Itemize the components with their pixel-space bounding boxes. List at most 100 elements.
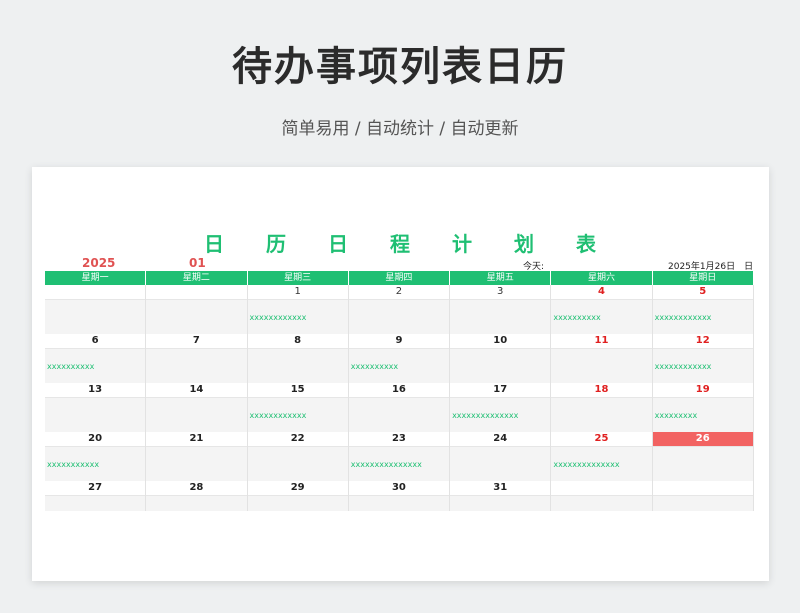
day-task-area[interactable] xyxy=(247,348,348,383)
day-task-area[interactable] xyxy=(45,495,146,511)
day-task-area[interactable]: xxxxxxxxxxxx xyxy=(247,397,348,432)
day-task-area[interactable]: xxxxxxxxxxxxxx xyxy=(450,397,551,432)
calendar-day-cell[interactable]: 22 xyxy=(247,432,349,481)
calendar-day-cell[interactable]: 26 xyxy=(652,432,754,481)
calendar-day-cell[interactable]: 20 xxxxxxxxxxx xyxy=(45,432,147,481)
task-item[interactable]: xxxxxxxxxxxx xyxy=(250,411,307,420)
calendar-day-cell[interactable] xyxy=(45,285,147,334)
task-item[interactable]: xxxxxxxxxxxxxxx xyxy=(351,460,422,469)
calendar-day-cell[interactable]: 5 xxxxxxxxxxxx xyxy=(652,285,754,334)
calendar-day-cell[interactable]: 16 xyxy=(348,383,451,432)
day-task-area[interactable]: xxxxxxxxxxxx xyxy=(247,299,348,334)
calendar-day-cell[interactable]: 23 xxxxxxxxxxxxxxx xyxy=(348,432,451,481)
calendar-day-cell[interactable]: 21 xyxy=(146,432,248,481)
task-item[interactable]: xxxxxxxxxx xyxy=(351,362,398,371)
calendar-day-cell[interactable]: 24 xyxy=(450,432,552,481)
task-item[interactable]: xxxxxxxxxxxx xyxy=(148,509,205,511)
day-task-area[interactable] xyxy=(146,299,247,334)
weekday-header-cell: 星期日 xyxy=(652,271,754,285)
calendar-day-cell[interactable] xyxy=(652,481,754,511)
calendar-title-char: 日 xyxy=(204,232,224,256)
day-task-area[interactable] xyxy=(450,446,551,481)
calendar-title-char: 日 xyxy=(328,232,348,256)
calendar-day-cell[interactable]: 14 xyxy=(146,383,248,432)
calendar-day-cell[interactable]: 7 xyxy=(146,334,248,383)
day-task-area[interactable] xyxy=(146,348,247,383)
year-selector[interactable]: 2025 xyxy=(82,256,115,270)
task-item[interactable]: xxxxxxxxxxxx xyxy=(250,313,307,322)
day-task-area[interactable] xyxy=(348,299,450,334)
day-task-area[interactable] xyxy=(247,446,348,481)
calendar-day-cell[interactable]: 30 xyxy=(348,481,451,511)
calendar-title-char: 表 xyxy=(576,232,596,256)
task-item[interactable]: xxxxxxxxxx xyxy=(553,313,600,322)
calendar-day-cell[interactable] xyxy=(551,481,653,511)
calendar-day-cell[interactable]: 13 xyxy=(45,383,147,432)
calendar-title-char: 程 xyxy=(390,232,410,256)
day-task-area[interactable] xyxy=(551,495,652,511)
day-task-area[interactable]: xxxxxxxxxxxx xyxy=(652,348,753,383)
task-item[interactable]: xxxxxxxxxx xyxy=(47,362,94,371)
calendar-day-cell[interactable]: 27 xyxy=(45,481,147,511)
calendar-day-cell[interactable]: 4 xxxxxxxxxx xyxy=(551,285,653,334)
calendar-grid: 星期一 星期二 星期三 星期四 星期五 星期六 星期日 1 xxxxxxxxxxx… xyxy=(45,271,754,511)
calendar-day-cell[interactable]: 6 xxxxxxxxxx xyxy=(45,334,147,383)
task-item[interactable]: xxxxxxxxxxxxxx xyxy=(452,411,518,420)
day-task-area[interactable]: xxxxxxxxxxxxxxx xyxy=(348,446,450,481)
calendar-day-cell[interactable]: 11 xyxy=(551,334,653,383)
task-item[interactable]: xxxxxxxxx xyxy=(655,411,698,420)
day-task-area[interactable]: xxxxxxxxxx xyxy=(45,348,146,383)
calendar-day-cell[interactable]: 28 xxxxxxxxxxxx xyxy=(146,481,248,511)
day-number: 7 xyxy=(146,334,247,348)
task-item[interactable]: xxxxxxxxxxx xyxy=(47,460,99,469)
calendar-day-cell[interactable]: 18 xyxy=(551,383,653,432)
calendar-day-cell[interactable]: 1 xxxxxxxxxxxx xyxy=(247,285,349,334)
day-task-area[interactable] xyxy=(551,397,652,432)
task-item[interactable]: xxxxxxxxxxxx xyxy=(655,362,712,371)
weekday-header-cell: 星期五 xyxy=(450,271,552,285)
day-number: 18 xyxy=(551,383,652,397)
calendar-day-cell[interactable] xyxy=(146,285,248,334)
calendar-day-cell[interactable]: 19 xxxxxxxxx xyxy=(652,383,754,432)
day-task-area[interactable]: xxxxxxxxxx xyxy=(551,299,652,334)
calendar-day-cell[interactable]: 31 xxxxxxxxxxx xyxy=(450,481,552,511)
weekday-header-cell: 星期三 xyxy=(247,271,349,285)
task-item[interactable]: xxxxxxxxxxx xyxy=(452,509,504,511)
task-item[interactable]: xxxxxxxxxxxx xyxy=(655,313,712,322)
day-task-area[interactable]: xxxxxxxxx xyxy=(652,397,753,432)
day-number: 23 xyxy=(348,432,450,446)
calendar-day-cell[interactable]: 29 xyxy=(247,481,349,511)
day-task-area[interactable]: xxxxxxxxxxx xyxy=(450,495,551,511)
day-task-area[interactable] xyxy=(247,495,348,511)
day-task-area[interactable] xyxy=(450,299,551,334)
calendar-day-cell[interactable]: 3 xyxy=(450,285,552,334)
calendar-day-cell[interactable]: 25 xxxxxxxxxxxxxx xyxy=(551,432,653,481)
day-task-area[interactable] xyxy=(45,299,146,334)
day-task-area[interactable]: xxxxxxxxxxxx xyxy=(652,299,753,334)
task-item[interactable]: xxxxxxxxxxxxxx xyxy=(553,460,619,469)
day-task-area[interactable] xyxy=(348,495,450,511)
weekday-header-cell: 星期二 xyxy=(146,271,248,285)
day-task-area[interactable] xyxy=(348,397,450,432)
day-task-area[interactable]: xxxxxxxxxxxxxx xyxy=(551,446,652,481)
calendar-day-cell[interactable]: 8 xyxy=(247,334,349,383)
day-task-area[interactable] xyxy=(551,348,652,383)
calendar-day-cell[interactable]: 17 xxxxxxxxxxxxxx xyxy=(450,383,552,432)
day-task-area[interactable] xyxy=(45,397,146,432)
calendar-day-cell[interactable]: 9 xxxxxxxxxx xyxy=(348,334,451,383)
calendar-day-cell[interactable]: 12 xxxxxxxxxxxx xyxy=(652,334,754,383)
day-task-area[interactable] xyxy=(450,348,551,383)
calendar-day-cell[interactable]: 15 xxxxxxxxxxxx xyxy=(247,383,349,432)
day-task-area[interactable] xyxy=(652,446,753,481)
day-task-area[interactable]: xxxxxxxxxxx xyxy=(45,446,146,481)
day-task-area[interactable]: xxxxxxxxxx xyxy=(348,348,450,383)
day-task-area[interactable] xyxy=(146,397,247,432)
day-number: 2 xyxy=(348,285,450,299)
calendar-day-cell[interactable]: 2 xyxy=(348,285,451,334)
day-task-area[interactable]: xxxxxxxxxxxx xyxy=(146,495,247,511)
day-task-area[interactable] xyxy=(146,446,247,481)
month-selector[interactable]: 01 xyxy=(189,256,206,270)
calendar-day-cell[interactable]: 10 xyxy=(450,334,552,383)
page-title: 待办事项列表日历 xyxy=(232,44,568,90)
day-task-area[interactable] xyxy=(652,495,753,511)
